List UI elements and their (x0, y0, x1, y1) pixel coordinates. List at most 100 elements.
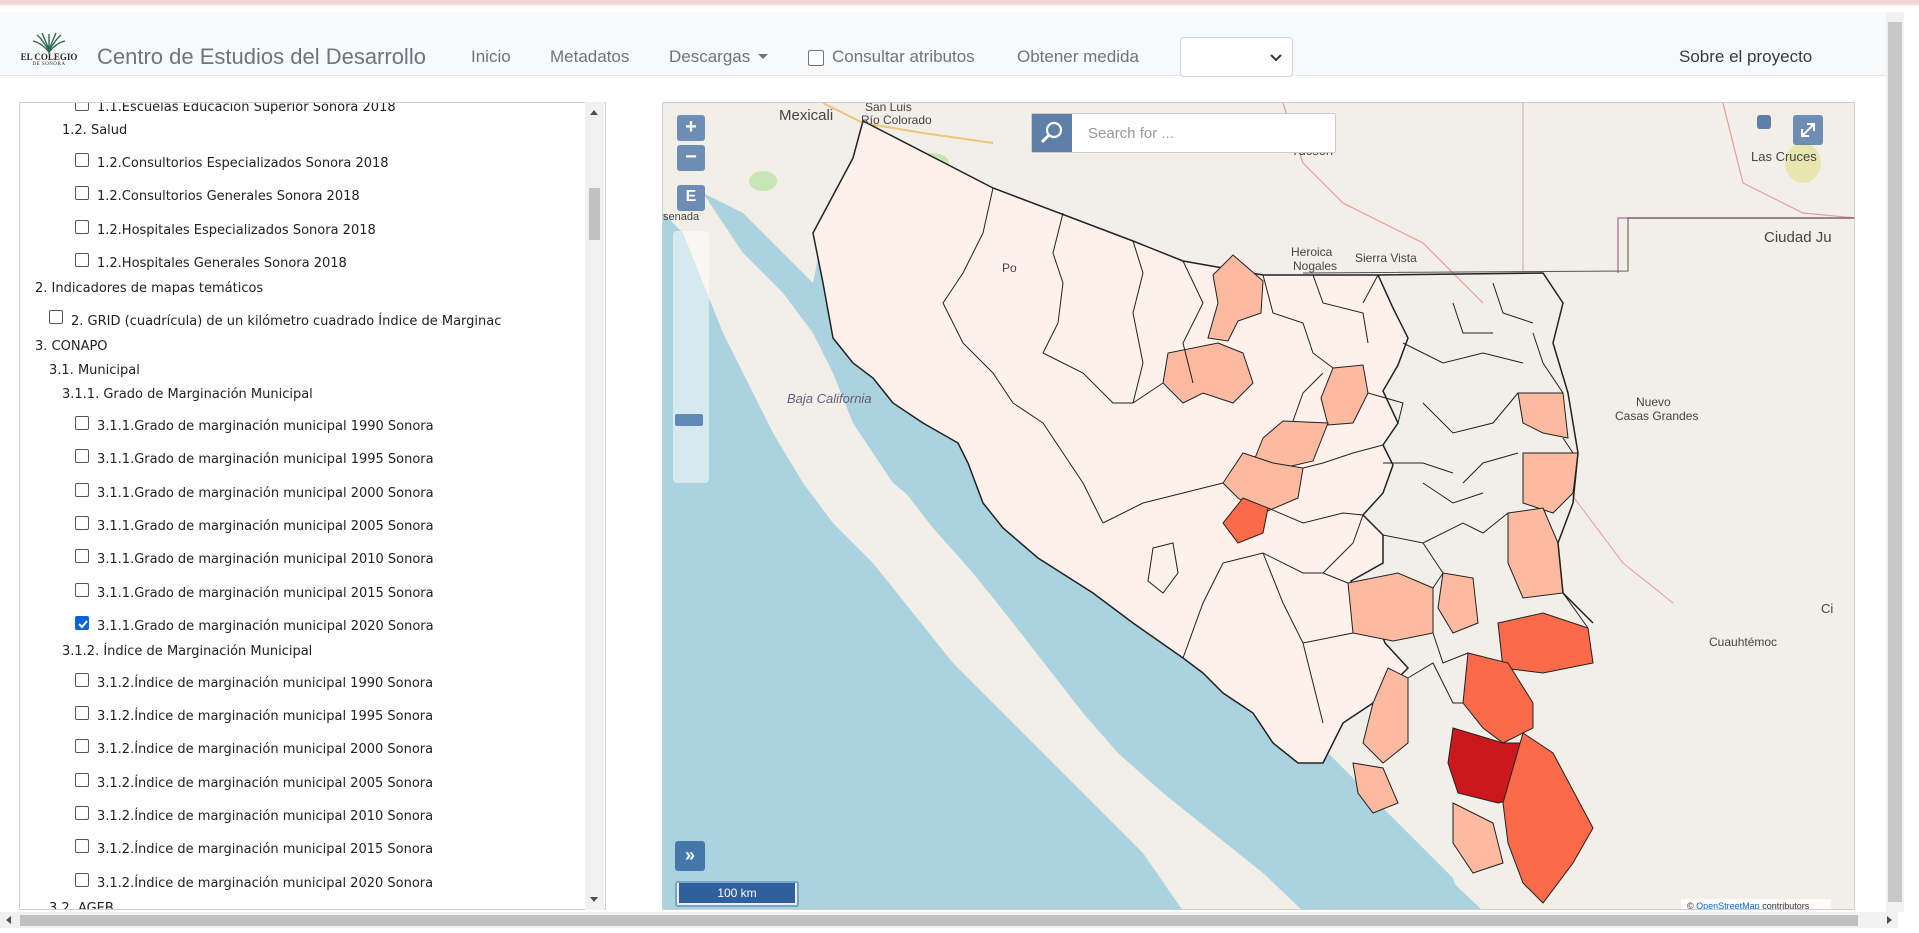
place-label-heroica: Heroica (1291, 245, 1333, 259)
tree-group-label: 1.2. Salud (62, 123, 128, 138)
nav-sobre-el-proyecto[interactable]: Sobre el proyecto (1679, 47, 1812, 67)
layer-checkbox[interactable] (75, 103, 89, 111)
openstreetmap-link[interactable]: OpenStreetMap (1696, 901, 1760, 909)
layer-checkbox[interactable] (75, 549, 89, 563)
tree-group-label: 3.2. AGEB (49, 901, 114, 910)
nav-descargas-label: Descargas (669, 47, 751, 66)
fullscreen-button[interactable] (1793, 115, 1823, 145)
tree-label: 3.1.2.Índice de marginación municipal 20… (97, 842, 434, 857)
place-label-mexicali: Mexicali (779, 107, 834, 124)
page-scrollbar-thumb[interactable] (1888, 22, 1902, 902)
search-button[interactable] (1032, 114, 1072, 152)
layer-checkbox[interactable] (75, 516, 89, 530)
tree-label: 1.2.Consultorios Especializados Sonora 2… (97, 156, 389, 171)
scale-bar: 100 km (675, 881, 799, 907)
tree-label: 1.2.Hospitales Generales Sonora 2018 (97, 256, 347, 271)
layer-checkbox[interactable] (75, 673, 89, 687)
horizontal-scrollbar[interactable] (0, 912, 1898, 928)
map-search-input[interactable] (1076, 114, 1326, 152)
zoom-slider-thumb[interactable] (675, 414, 703, 426)
horizontal-scrollbar-thumb[interactable] (20, 915, 1858, 926)
layer-checkbox[interactable] (75, 483, 89, 497)
place-label-cuauhtemoc: Cuauhtémoc (1709, 635, 1778, 649)
navbar: EL COLEGIO DE SONORA Centro de Estudios … (0, 12, 1898, 77)
place-label-rio-colorado: Río Colorado (861, 113, 932, 127)
place-label-po: Po (1002, 261, 1017, 275)
place-label-baja-california: Baja California (787, 391, 872, 406)
consultar-atributos-checkbox[interactable] (808, 50, 824, 66)
layer-checkbox[interactable] (75, 839, 89, 853)
layer-checkbox[interactable] (75, 416, 89, 430)
brand-title[interactable]: Centro de Estudios del Desarrollo (97, 44, 426, 70)
zoom-slider-track[interactable] (673, 231, 709, 483)
attribution-suffix: contributors (1759, 901, 1810, 910)
attribution-prefix: © (1687, 901, 1697, 910)
tree-label: 3.1.2.Índice de marginación municipal 19… (97, 676, 434, 691)
search-icon (1040, 121, 1063, 144)
map-search (1031, 113, 1336, 153)
place-label-las-cruces: Las Cruces (1751, 149, 1817, 164)
place-label-ensenada: senada (663, 211, 700, 223)
layer-panel-scrollbar[interactable] (585, 102, 604, 910)
tree-group-label: 3.1.2. Índice de Marginación Municipal (62, 644, 313, 659)
expand-panel-button[interactable]: » (675, 841, 705, 871)
nav-metadatos[interactable]: Metadatos (550, 47, 629, 67)
scale-label: 100 km (677, 883, 797, 905)
layer-checkbox[interactable] (75, 583, 89, 597)
tree-label: 3.1.2.Índice de marginación municipal 20… (97, 876, 434, 891)
scrollbar-thumb[interactable] (589, 188, 600, 240)
place-label-ci: Ci (1821, 601, 1834, 616)
layer-checkbox[interactable] (75, 773, 89, 787)
layer-checkbox[interactable] (75, 706, 89, 720)
colegio-logo[interactable]: EL COLEGIO DE SONORA (18, 32, 80, 84)
nav-inicio[interactable]: Inicio (471, 47, 511, 67)
layer-switcher-button[interactable] (1757, 115, 1771, 129)
layer-checkbox[interactable] (75, 449, 89, 463)
layer-checkbox[interactable] (75, 873, 89, 887)
tree-label: 3.1.1.Grado de marginación municipal 201… (97, 552, 434, 567)
expand-icon (1801, 123, 1815, 137)
caret-down-icon (758, 54, 769, 59)
layer-checkbox[interactable] (75, 186, 89, 200)
map-attribution: © OpenStreetMap contributors (1681, 899, 1831, 910)
scroll-up-arrow-icon[interactable] (590, 110, 598, 115)
tree-group-label: 3.1. Municipal (49, 363, 140, 378)
nav-obtener-medida[interactable]: Obtener medida (1017, 47, 1139, 67)
layer-checkbox[interactable] (75, 253, 89, 267)
scroll-down-arrow-icon[interactable] (590, 897, 598, 902)
layer-tree-panel[interactable]: 1.1.Escuelas Educación Superior Sonora 2… (19, 102, 606, 910)
logo-subtext: DE SONORA (32, 62, 66, 67)
layer-checkbox[interactable] (75, 739, 89, 753)
map-view[interactable]: Mexicali San Luis Río Colorado Tucson La… (662, 102, 1855, 910)
zoom-in-button[interactable]: + (677, 115, 705, 141)
layer-select[interactable] (1180, 37, 1293, 77)
layer-checkbox[interactable] (49, 310, 63, 324)
tree-label: 1.2.Hospitales Especializados Sonora 201… (97, 223, 376, 238)
zoom-out-button[interactable]: − (677, 145, 705, 171)
tree-label: 3.1.1.Grado de marginación municipal 201… (97, 586, 434, 601)
tree-label: 3.1.2.Índice de marginación municipal 20… (97, 776, 434, 791)
tree-group-label: 2. Indicadores de mapas temáticos (35, 281, 264, 296)
browser-top-strip (0, 0, 1919, 5)
layer-checkbox[interactable] (75, 220, 89, 234)
tree-label: 3.1.1.Grado de marginación municipal 200… (97, 486, 434, 501)
nav-descargas-dropdown[interactable]: Descargas (669, 47, 769, 67)
place-label-sierra-vista: Sierra Vista (1355, 251, 1417, 265)
place-label-nogales: Nogales (1293, 259, 1338, 273)
place-label-ciudad-juarez: Ciudad Ju (1764, 229, 1832, 246)
tree-label: 1.1.Escuelas Educación Superior Sonora 2… (97, 102, 396, 115)
page-scrollbar[interactable] (1886, 12, 1904, 912)
tree-label: 3.1.1.Grado de marginación municipal 202… (97, 619, 434, 634)
scroll-left-arrow-icon[interactable] (6, 916, 11, 924)
nav-consultar-atributos[interactable]: Consultar atributos (832, 47, 975, 67)
tree-label: 1.2.Consultorios Generales Sonora 2018 (97, 189, 360, 204)
tree-group-label: 3. CONAPO (35, 339, 108, 354)
chevron-down-icon (1270, 54, 1282, 62)
scroll-right-arrow-icon[interactable] (1887, 916, 1892, 924)
layer-checkbox[interactable] (75, 806, 89, 820)
tree-label: 3.1.2.Índice de marginación municipal 19… (97, 709, 434, 724)
layer-checkbox[interactable] (75, 153, 89, 167)
layer-checkbox-checked[interactable] (75, 616, 89, 630)
logo-tree-icon (32, 32, 66, 54)
zoom-extent-button[interactable]: E (677, 185, 705, 211)
